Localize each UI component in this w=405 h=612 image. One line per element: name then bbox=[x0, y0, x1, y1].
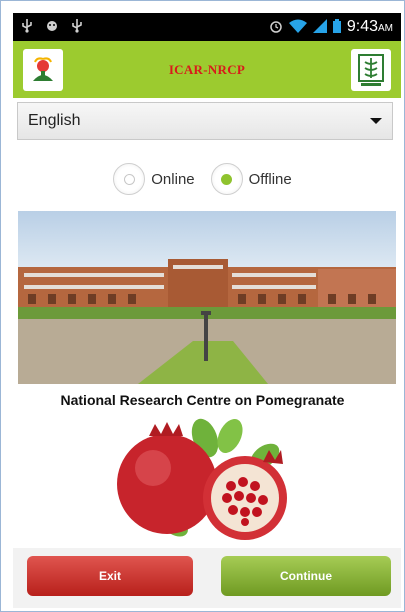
language-value: English bbox=[28, 112, 81, 129]
radio-offline[interactable]: Offline bbox=[210, 163, 292, 195]
clock-ampm: AM bbox=[378, 23, 393, 34]
campus-building-photo bbox=[18, 211, 396, 384]
app-header: ICAR-NRCP bbox=[13, 41, 401, 98]
app-title: ICAR-NRCP bbox=[168, 61, 246, 77]
centre-name: National Research Centre on Pomegranate bbox=[60, 392, 345, 408]
usb-icon bbox=[21, 19, 33, 35]
continue-button[interactable]: Continue bbox=[221, 556, 391, 596]
battery-icon bbox=[332, 19, 341, 35]
mode-radio-group: Online Offline bbox=[0, 163, 405, 195]
alarm-icon bbox=[269, 19, 283, 35]
radio-online-label: Online bbox=[151, 170, 195, 188]
radio-offline-dot bbox=[221, 173, 233, 185]
language-dropdown[interactable]: English bbox=[17, 102, 393, 140]
android-debug-icon bbox=[45, 19, 59, 35]
radio-online[interactable]: Online bbox=[113, 163, 195, 195]
status-right: 9:43AM bbox=[269, 18, 393, 36]
status-bar: 9:43AM bbox=[13, 13, 401, 41]
nrcp-logo bbox=[350, 48, 391, 91]
radio-offline-label: Offline bbox=[248, 170, 292, 188]
radio-offline-circle[interactable] bbox=[210, 163, 243, 195]
pomegranate-image bbox=[105, 416, 315, 542]
dropdown-arrow-icon bbox=[370, 118, 382, 124]
wifi-icon bbox=[288, 19, 307, 35]
clock-time: 9:43 bbox=[346, 18, 378, 35]
status-left bbox=[21, 19, 83, 35]
signal-icon bbox=[312, 19, 327, 35]
radio-online-circle[interactable] bbox=[113, 163, 146, 195]
exit-button[interactable]: Exit bbox=[27, 556, 193, 596]
icar-logo bbox=[23, 48, 63, 91]
clock: 9:43AM bbox=[347, 18, 393, 36]
radio-online-dot bbox=[123, 173, 135, 185]
bottom-button-bar: Exit Continue bbox=[13, 548, 401, 608]
usb-icon-2 bbox=[71, 19, 83, 35]
